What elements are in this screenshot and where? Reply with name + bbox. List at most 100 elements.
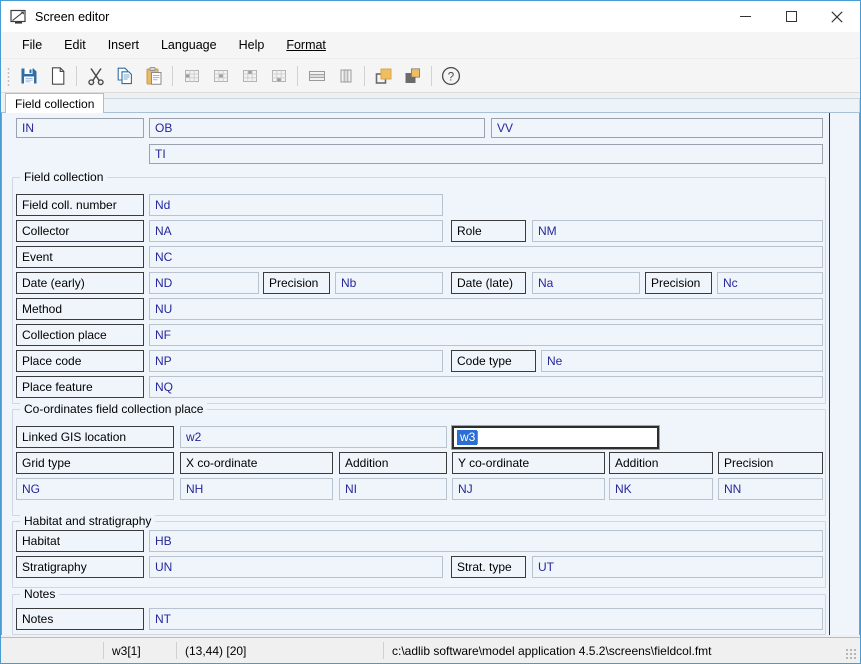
field-tag-nd[interactable]: Nd (149, 194, 443, 216)
field-tag-ut[interactable]: UT (532, 556, 823, 578)
group-title-coordinates: Co-ordinates field collection place (20, 403, 208, 415)
bring-to-front-icon[interactable] (369, 61, 398, 90)
status-bar: w3[1] (13,44) [20] c:\adlib software\mod… (1, 637, 860, 663)
field-tag-na-late[interactable]: Na (532, 272, 640, 294)
new-document-icon[interactable] (43, 61, 72, 90)
tab-strip-filler (104, 98, 860, 113)
save-icon[interactable] (14, 61, 43, 90)
label-grid-type[interactable]: Grid type (16, 452, 174, 474)
field-tag-nc-late[interactable]: Nc (717, 272, 823, 294)
window-title: Screen editor (35, 9, 110, 24)
status-position: (13,44) [20] (185, 643, 247, 658)
field-tag-na[interactable]: NA (149, 220, 443, 242)
label-collector[interactable]: Collector (16, 220, 144, 242)
label-date-late[interactable]: Date (late) (451, 272, 526, 294)
status-file-path: c:\adlib software\model application 4.5.… (392, 643, 712, 658)
field-tag-ni[interactable]: NI (339, 478, 447, 500)
copy-icon[interactable] (110, 61, 139, 90)
field-tag-nc[interactable]: NC (149, 246, 823, 268)
label-method[interactable]: Method (16, 298, 144, 320)
field-tag-un[interactable]: UN (149, 556, 443, 578)
field-tag-np[interactable]: NP (149, 350, 443, 372)
label-role[interactable]: Role (451, 220, 526, 242)
field-tag-ng[interactable]: NG (16, 478, 174, 500)
merge-rows-icon[interactable] (302, 61, 331, 90)
insert-cell-right-icon[interactable] (235, 61, 264, 90)
menu-item-format-label: Format (286, 38, 326, 52)
label-precision-coord[interactable]: Precision (718, 452, 823, 474)
label-notes[interactable]: Notes (16, 608, 144, 630)
paste-clipboard-icon[interactable] (139, 61, 168, 90)
field-tag-nh[interactable]: NH (180, 478, 333, 500)
resize-grip[interactable] (845, 648, 857, 660)
toolbar-grip[interactable] (5, 65, 12, 86)
menu-item-help[interactable]: Help (228, 34, 276, 56)
send-to-back-icon[interactable] (398, 61, 427, 90)
label-date-early[interactable]: Date (early) (16, 272, 144, 294)
toolbar-separator (297, 65, 298, 86)
field-tag-in[interactable]: IN (16, 118, 144, 138)
tab-field-collection[interactable]: Field collection (5, 93, 105, 113)
field-tag-w2[interactable]: w2 (180, 426, 447, 448)
toolbar-separator (364, 65, 365, 86)
field-tag-nt[interactable]: NT (149, 608, 823, 630)
insert-row-icon[interactable] (206, 61, 235, 90)
label-strat-type[interactable]: Strat. type (451, 556, 526, 578)
label-precision-late[interactable]: Precision (645, 272, 712, 294)
group-title-notes: Notes (20, 588, 60, 600)
screen-boundary-line (829, 113, 830, 635)
label-y-coordinate[interactable]: Y co-ordinate (452, 452, 605, 474)
minimize-button[interactable] (722, 1, 768, 32)
field-tag-nu[interactable]: NU (149, 298, 823, 320)
field-tag-nd-early[interactable]: ND (149, 272, 259, 294)
field-tag-nj[interactable]: NJ (452, 478, 605, 500)
field-tag-nk[interactable]: NK (609, 478, 713, 500)
toolbar-separator (431, 65, 432, 86)
menu-item-format[interactable]: Format (275, 34, 337, 56)
delete-row-icon[interactable] (264, 61, 293, 90)
field-tag-ne[interactable]: Ne (541, 350, 823, 372)
screen-design-canvas[interactable]: IN OB VV TI Field collection Field coll.… (1, 113, 860, 635)
label-addition-y[interactable]: Addition (609, 452, 713, 474)
label-x-coordinate[interactable]: X co-ordinate (180, 452, 333, 474)
menu-item-language[interactable]: Language (150, 34, 228, 56)
insert-cell-left-icon[interactable] (177, 61, 206, 90)
field-tag-ti[interactable]: TI (149, 144, 823, 164)
menu-item-insert[interactable]: Insert (97, 34, 150, 56)
label-place-feature[interactable]: Place feature (16, 376, 144, 398)
field-tag-vv[interactable]: VV (491, 118, 823, 138)
field-tag-w3-text: w3 (457, 430, 478, 445)
field-tag-nq[interactable]: NQ (149, 376, 823, 398)
screen-editor-icon (10, 9, 27, 25)
label-stratigraphy[interactable]: Stratigraphy (16, 556, 144, 578)
field-tag-nf[interactable]: NF (149, 324, 823, 346)
field-tag-ob[interactable]: OB (149, 118, 485, 138)
help-question-icon[interactable]: ? (436, 61, 465, 90)
label-addition-x[interactable]: Addition (339, 452, 447, 474)
label-collection-place[interactable]: Collection place (16, 324, 144, 346)
status-field-name: w3[1] (112, 643, 141, 658)
menu-item-edit[interactable]: Edit (53, 34, 97, 56)
text-caret (477, 431, 479, 444)
label-field-coll-number[interactable]: Field coll. number (16, 194, 144, 216)
label-code-type[interactable]: Code type (451, 350, 536, 372)
status-spacer (1, 638, 103, 664)
field-tag-hb[interactable]: HB (149, 530, 823, 552)
field-tag-nn[interactable]: NN (718, 478, 823, 500)
label-place-code[interactable]: Place code (16, 350, 144, 372)
label-linked-gis-location[interactable]: Linked GIS location (16, 426, 174, 448)
menu-item-file[interactable]: File (11, 34, 53, 56)
label-habitat[interactable]: Habitat (16, 530, 144, 552)
field-tag-nm[interactable]: NM (532, 220, 823, 242)
label-precision-early[interactable]: Precision (263, 272, 330, 294)
merge-columns-icon[interactable] (331, 61, 360, 90)
cut-scissors-icon[interactable] (81, 61, 110, 90)
field-tag-w3-selected[interactable]: w3 (451, 425, 660, 450)
toolbar: ? (1, 59, 860, 93)
close-button[interactable] (814, 1, 860, 32)
svg-text:?: ? (447, 71, 453, 83)
maximize-button[interactable] (768, 1, 814, 32)
field-tag-nb[interactable]: Nb (335, 272, 443, 294)
label-event[interactable]: Event (16, 246, 144, 268)
menu-bar: File Edit Insert Language Help Format (1, 32, 860, 59)
